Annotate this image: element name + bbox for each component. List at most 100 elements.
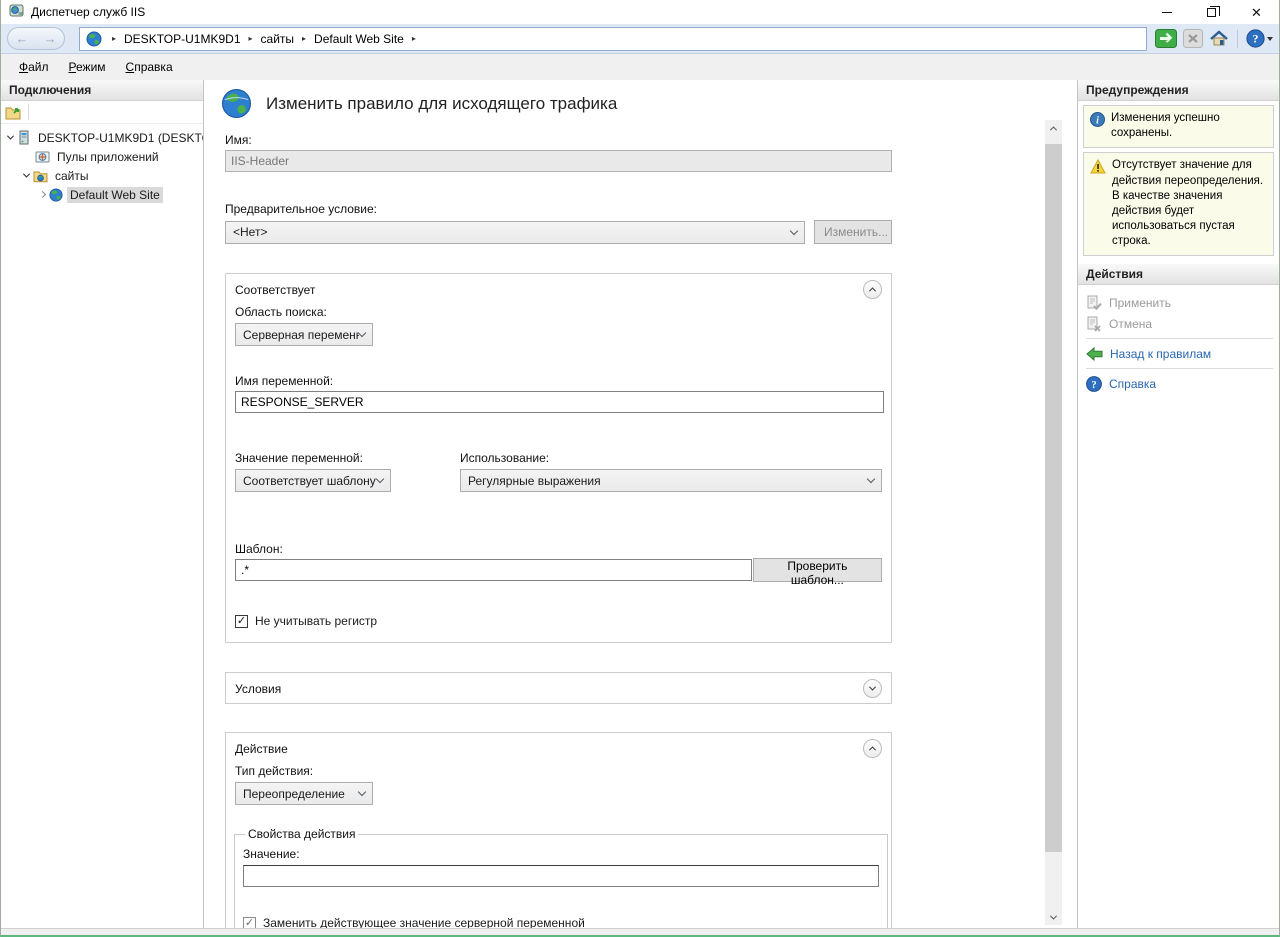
tree-item-label: Пулы приложений [54, 149, 162, 165]
help-icon[interactable]: ? [1246, 29, 1273, 48]
toolbar-divider [1237, 30, 1238, 48]
scope-label: Область поиска: [235, 305, 882, 319]
ignore-case-label: Не учитывать регистр [255, 614, 377, 628]
apply-button[interactable]: Применить [1084, 292, 1275, 313]
connections-toolbar [1, 101, 203, 124]
back-to-rules-link[interactable]: Назад к правилам [1084, 343, 1275, 364]
back-nav-button[interactable]: ← [16, 32, 29, 45]
apply-icon [1086, 295, 1102, 311]
scroll-up-arrow[interactable] [1045, 120, 1062, 136]
action-properties-group: Свойства действия Значение: Заменить дей… [234, 827, 888, 928]
conditions-section-title: Условия [235, 679, 281, 696]
scroll-down-arrow[interactable] [1045, 909, 1062, 925]
scope-select[interactable]: Серверная переменн [235, 323, 373, 346]
variable-value-select[interactable]: Соответствует шаблону [235, 469, 391, 492]
breadcrumb-item-sites[interactable]: сайты [261, 32, 295, 46]
chevron-down-icon [376, 475, 384, 483]
chevron-down-icon[interactable] [21, 173, 31, 178]
tree-item-app-pools[interactable]: Пулы приложений [1, 147, 203, 166]
tree-item-server[interactable]: DESKTOP-U1MK9D1 (DESKTOP [1, 128, 203, 147]
chevron-right-icon[interactable] [37, 192, 47, 197]
name-input[interactable] [225, 150, 892, 172]
menu-view[interactable]: Режим [59, 56, 116, 78]
home-icon[interactable] [1209, 29, 1229, 48]
toolbar-divider [28, 104, 29, 120]
value-label: Значение: [243, 847, 879, 861]
globe-icon [86, 31, 102, 47]
conditions-section: Условия [225, 672, 892, 704]
svg-text:?: ? [1253, 32, 1259, 46]
actions-separator [1086, 338, 1273, 339]
breadcrumb-separator: ▸ [112, 34, 116, 43]
expand-section-button[interactable] [863, 679, 882, 698]
connections-header: Подключения [1, 80, 203, 101]
menu-help[interactable]: Справка [116, 56, 183, 78]
usage-select[interactable]: Регулярные выражения [460, 469, 882, 492]
chevron-up-icon [869, 746, 876, 753]
test-pattern-button[interactable]: Проверить шаблон... [753, 558, 882, 582]
restore-icon [1207, 8, 1216, 17]
chevron-down-icon[interactable] [5, 135, 15, 140]
address-bar: ← → ▸ DESKTOP-U1MK9D1 ▸ сайты ▸ Default … [1, 24, 1279, 54]
variable-name-input[interactable] [235, 391, 884, 413]
main-scrollbar[interactable] [1045, 120, 1062, 925]
breadcrumb-item-server[interactable]: DESKTOP-U1MK9D1 [124, 32, 240, 46]
match-section-title: Соответствует [235, 280, 315, 297]
action-type-select[interactable]: Переопределение [235, 782, 373, 805]
svg-text:?: ? [1091, 380, 1096, 391]
minimize-icon [1162, 12, 1172, 13]
breadcrumb: ▸ DESKTOP-U1MK9D1 ▸ сайты ▸ Default Web … [79, 27, 1147, 51]
tree-item-default-web-site[interactable]: Default Web Site [1, 185, 203, 204]
back-arrow-icon [1086, 347, 1103, 361]
menu-file[interactable]: Файл [9, 56, 59, 78]
minimize-button[interactable] [1144, 0, 1189, 24]
save-connection-icon[interactable] [5, 105, 22, 120]
pattern-input[interactable] [235, 559, 752, 581]
help-circle-icon: ? [1086, 376, 1102, 392]
info-alert: i Изменения успешно сохранены. [1083, 105, 1274, 148]
action-section-title: Действие [235, 739, 288, 756]
pattern-label: Шаблон: [235, 542, 882, 556]
back-to-rules-label: Назад к правилам [1110, 347, 1211, 361]
close-button[interactable]: ✕ [1234, 0, 1279, 24]
info-icon: i [1090, 112, 1105, 141]
help-label: Справка [1109, 377, 1156, 391]
action-type-label: Тип действия: [235, 764, 882, 778]
breadcrumb-separator: ▸ [302, 34, 306, 43]
precondition-value: <Нет> [233, 225, 267, 239]
app-icon [9, 3, 25, 22]
breadcrumb-item-default-web-site[interactable]: Default Web Site [314, 32, 404, 46]
restore-button[interactable] [1189, 0, 1234, 24]
ignore-case-checkbox[interactable] [235, 615, 248, 628]
connections-tree: DESKTOP-U1MK9D1 (DESKTOP Пулы приложений… [1, 124, 203, 204]
collapse-section-button[interactable] [863, 280, 882, 299]
chevron-down-icon [790, 226, 798, 234]
refresh-icon[interactable] [1155, 29, 1177, 48]
action-section: Действие Тип действия: Переопределение С… [225, 732, 892, 928]
tree-item-label: Default Web Site [67, 187, 163, 203]
match-section: Соответствует Область поиска: Серверная … [225, 273, 892, 643]
value-input[interactable] [243, 865, 879, 887]
connections-panel: Подключения DESKTOP-U1MK9D1 (DESKTOP [1, 80, 204, 928]
cancel-button[interactable]: Отмена [1084, 313, 1275, 334]
scrollbar-thumb[interactable] [1045, 144, 1062, 852]
menu-bar: Файл Режим Справка [1, 54, 1279, 80]
edit-precondition-button[interactable]: Изменить... [814, 220, 892, 244]
help-link[interactable]: ? Справка [1084, 373, 1275, 394]
tree-item-label: сайты [52, 168, 92, 184]
replace-value-checkbox[interactable] [243, 917, 256, 929]
apply-label: Применить [1109, 296, 1171, 310]
stop-icon[interactable] [1183, 29, 1203, 48]
nav-buttons: ← → [7, 27, 65, 50]
breadcrumb-separator: ▸ [412, 34, 416, 43]
close-icon: ✕ [1251, 6, 1262, 19]
svg-text:i: i [1096, 115, 1099, 126]
tree-item-sites[interactable]: сайты [1, 166, 203, 185]
usage-label: Использование: [460, 451, 882, 465]
replace-value-label: Заменить действующее значение серверной … [263, 916, 585, 928]
forward-nav-button[interactable]: → [44, 32, 57, 45]
precondition-select[interactable]: <Нет> [225, 221, 805, 244]
variable-value-label: Значение переменной: [235, 451, 460, 465]
warning-icon [1090, 159, 1106, 249]
collapse-section-button[interactable] [863, 739, 882, 758]
